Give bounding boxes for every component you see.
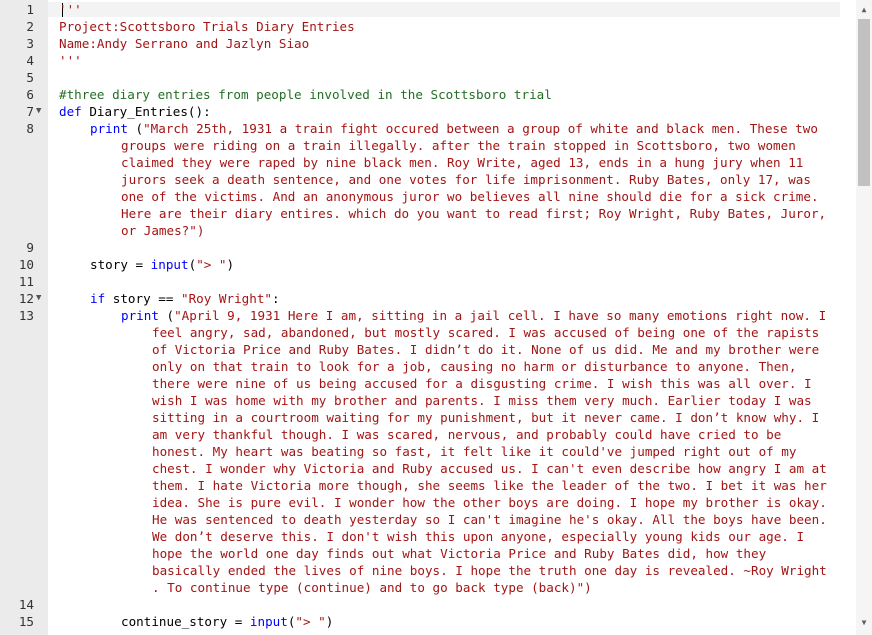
code-line-10[interactable]: story = input("> ") bbox=[90, 256, 234, 273]
code-line-4[interactable]: ''' bbox=[59, 52, 82, 69]
paren: ) bbox=[226, 257, 235, 272]
scroll-up-icon[interactable]: ▲ bbox=[859, 4, 869, 16]
string-literal: "> " bbox=[196, 257, 227, 272]
code-line-7[interactable]: def Diary_Entries(): bbox=[59, 103, 211, 120]
keyword-print: print bbox=[121, 308, 159, 323]
string-segment: honest. My heart was beating so fast, it… bbox=[152, 444, 797, 459]
fold-arrow-icon[interactable]: ▼ bbox=[36, 103, 46, 120]
string-segment: Here are their diary entires. which do y… bbox=[121, 206, 827, 221]
assignment: continue_story = bbox=[121, 614, 250, 629]
string-segment: "March 25th, 1931 a train fight occured … bbox=[143, 121, 818, 136]
line-number: 5 bbox=[26, 70, 34, 85]
line-number: 15 bbox=[18, 614, 34, 629]
string-segment: claimed they were raped by nine black me… bbox=[121, 155, 804, 170]
string-segment: groups were riding on a train illegally.… bbox=[121, 138, 796, 153]
code-editor[interactable]: 1 2 3 4 5 6 7 ▼ 8 9 10 11 12 ▼ 13 14 15 … bbox=[0, 0, 872, 635]
string-literal: "Roy Wright" bbox=[181, 291, 272, 306]
keyword-print: print bbox=[90, 121, 128, 136]
string-segment: He was sentenced to death yesterday so I… bbox=[152, 512, 827, 527]
string-segment: hope the world one day finds out what Vi… bbox=[152, 546, 767, 561]
string-segment: sitting in a courtroom waiting for my pu… bbox=[152, 410, 820, 425]
string-segment: basically ended the lives of nine boys. … bbox=[152, 563, 827, 578]
assignment: story = bbox=[90, 257, 151, 272]
string-segment: there were nine of us being accused for … bbox=[152, 376, 812, 391]
keyword-if: if bbox=[90, 291, 106, 306]
line-number: 7 bbox=[26, 104, 34, 119]
fold-arrow-icon[interactable]: ▼ bbox=[36, 290, 46, 307]
string-literal: "> " bbox=[295, 614, 326, 629]
string-segment: idea. She is pure evil. I wonder how the… bbox=[152, 495, 827, 510]
scrollbar-thumb[interactable] bbox=[858, 19, 870, 186]
paren: ( bbox=[127, 121, 144, 136]
code-line-12[interactable]: if story == "Roy Wright": bbox=[90, 290, 280, 307]
line-number: 2 bbox=[26, 19, 34, 34]
condition: story == bbox=[105, 291, 181, 306]
string-segment: feel angry, sad, abandoned, but mostly s… bbox=[152, 325, 820, 340]
active-line-highlight bbox=[48, 2, 840, 17]
string-segment: of Victoria Price and Ruby Bates. I didn… bbox=[152, 342, 820, 357]
string-segment: them. I hate Victoria more though, she s… bbox=[152, 478, 827, 493]
code-line-15[interactable]: continue_story = input("> ") bbox=[121, 613, 333, 630]
paren: ( bbox=[158, 308, 175, 323]
line-number: 4 bbox=[26, 53, 34, 68]
colon: : bbox=[272, 291, 280, 306]
code-line-13[interactable]: print ("April 9, 1931 Here I am, sitting… bbox=[121, 307, 826, 324]
code-line-3[interactable]: Name:Andy Serrano and Jazlyn Siao bbox=[59, 35, 309, 52]
line-number: 12 bbox=[18, 291, 34, 306]
line-number: 3 bbox=[26, 36, 34, 51]
line-number: 13 bbox=[18, 308, 34, 323]
code-line-6-comment[interactable]: #three diary entries from people involve… bbox=[59, 86, 552, 103]
scroll-down-icon[interactable]: ▼ bbox=[859, 617, 869, 629]
code-line-8[interactable]: print ("March 25th, 1931 a train fight o… bbox=[90, 120, 818, 137]
line-number-gutter: 1 2 3 4 5 6 7 ▼ 8 9 10 11 12 ▼ 13 14 15 bbox=[0, 0, 48, 635]
string-segment: am very thankful though. I was scared, n… bbox=[152, 427, 782, 442]
line-number: 9 bbox=[26, 240, 34, 255]
code-line-2[interactable]: Project:Scottsboro Trials Diary Entries bbox=[59, 18, 355, 35]
string-segment: . To continue type (continue) and to go … bbox=[152, 580, 592, 595]
function-signature: Diary_Entries(): bbox=[81, 104, 211, 119]
line-number: 8 bbox=[26, 121, 34, 136]
line-number: 10 bbox=[18, 257, 34, 272]
code-line-1[interactable]: ''' bbox=[59, 1, 82, 18]
vertical-scrollbar[interactable]: ▲ ▼ bbox=[856, 0, 872, 635]
line-number: 1 bbox=[26, 2, 34, 17]
string-segment: We don’t deserve this. I don't wish this… bbox=[152, 529, 805, 544]
builtin-input: input bbox=[150, 257, 189, 272]
string-segment: only on that train to look for a job, ca… bbox=[152, 359, 797, 374]
paren: ) bbox=[325, 614, 334, 629]
string-segment: chest. I wonder why Victoria and Ruby ac… bbox=[152, 461, 827, 476]
line-number: 11 bbox=[18, 274, 34, 289]
string-segment: or James?") bbox=[121, 223, 205, 238]
string-segment: "April 9, 1931 Here I am, sitting in a j… bbox=[174, 308, 827, 323]
string-segment: one of the victims. And an anonymous jur… bbox=[121, 189, 819, 204]
line-number: 14 bbox=[18, 597, 34, 612]
line-number: 6 bbox=[26, 87, 34, 102]
string-segment: jurors seek a death sentence, and one vo… bbox=[121, 172, 811, 187]
keyword-def: def bbox=[59, 104, 82, 119]
builtin-input: input bbox=[249, 614, 288, 629]
string-segment: wish I was home with my brother and pare… bbox=[152, 393, 812, 408]
